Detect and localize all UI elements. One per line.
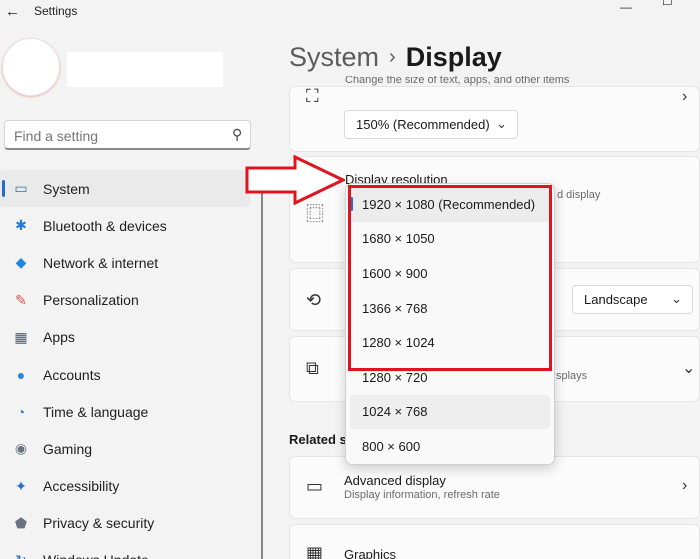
- window-title: Settings: [34, 4, 78, 18]
- advanced-display-description: Display information, refresh rate: [344, 489, 500, 501]
- scale-icon: ⛶: [306, 86, 319, 106]
- sidebar-item-personalization[interactable]: ✎ Personalization: [0, 282, 260, 319]
- resolution-option[interactable]: 1600 × 900: [350, 256, 550, 291]
- resolution-dropdown-list[interactable]: 1920 × 1080 (Recommended) 1680 × 1050 1600…: [345, 183, 555, 465]
- sidebar-item-label: Windows Update: [43, 552, 149, 559]
- sidebar-item-accounts[interactable]: ● Accounts: [0, 356, 260, 393]
- sidebar-item-privacy-security[interactable]: ⬟ Privacy & security: [0, 505, 260, 542]
- resolution-option[interactable]: 1280 × 720: [350, 360, 550, 395]
- sidebar-item-label: System: [43, 180, 90, 197]
- scale-chevron-icon[interactable]: ›: [682, 88, 687, 106]
- shield-icon: ⬟: [14, 514, 28, 531]
- avatar[interactable]: [2, 38, 60, 96]
- gamepad-icon: ◉: [14, 440, 28, 457]
- system-monitor-icon: ▭: [14, 180, 28, 197]
- search-icon[interactable]: ⚲: [232, 126, 242, 143]
- bluetooth-icon: ✱: [15, 217, 27, 234]
- sidebar-item-label: Network & internet: [43, 254, 159, 271]
- wifi-icon: ◆: [15, 254, 27, 271]
- sidebar-item-time-language[interactable]: ◔ Time & language: [0, 393, 260, 430]
- sidebar-item-apps[interactable]: ▦ Apps: [0, 319, 260, 356]
- scale-value: 150% (Recommended): [356, 117, 490, 132]
- person-icon: ●: [16, 366, 26, 383]
- back-arrow-icon[interactable]: ←: [5, 3, 20, 20]
- orientation-icon: ⟲: [306, 290, 322, 310]
- resolution-option[interactable]: 1366 × 768: [350, 291, 550, 326]
- breadcrumb: System › Display: [289, 42, 502, 73]
- sidebar-nav: ▭ System ✱ Bluetooth & devices ◆ Network & in…: [0, 170, 260, 559]
- chevron-down-icon[interactable]: ⌄: [682, 358, 695, 378]
- resolution-option[interactable]: 1280 × 1024: [350, 325, 550, 360]
- sidebar-item-bluetooth-devices[interactable]: ✱ Bluetooth & devices: [0, 207, 260, 244]
- red-arrow-annotation: [245, 155, 345, 205]
- graphics-title: Graphics: [344, 547, 397, 559]
- resolution-description: d display: [557, 189, 601, 201]
- title-bar: ← Settings — ☐: [0, 0, 700, 24]
- graphics-icon: ▦: [306, 543, 324, 559]
- resolution-option[interactable]: 800 × 600: [350, 429, 550, 464]
- breadcrumb-parent[interactable]: System: [289, 42, 379, 72]
- sidebar-item-label: Accessibility: [43, 478, 120, 495]
- resolution-option[interactable]: 1920 × 1080 (Recommended): [350, 187, 550, 222]
- sidebar-item-network-internet[interactable]: ◆ Network & internet: [0, 244, 260, 281]
- sidebar-item-label: Privacy & security: [43, 515, 155, 532]
- page-title: Display: [405, 42, 502, 72]
- sidebar-item-accessibility[interactable]: ✦ Accessibility: [0, 468, 260, 505]
- advanced-display-title: Advanced display: [344, 473, 446, 488]
- sidebar-item-label: Gaming: [43, 440, 93, 457]
- sidebar-item-label: Time & language: [43, 403, 149, 420]
- monitor-icon: ▭: [306, 476, 324, 496]
- minimize-icon[interactable]: —: [620, 0, 632, 14]
- orientation-value: Landscape: [584, 292, 648, 307]
- chevron-down-icon: ⌄: [671, 291, 682, 306]
- sidebar-item-system[interactable]: ▭ System: [0, 170, 250, 208]
- chevron-down-icon: ⌄: [496, 116, 507, 131]
- sidebar-item-gaming[interactable]: ◉ Gaming: [0, 430, 260, 467]
- scale-dropdown[interactable]: 150% (Recommended) ⌄: [344, 110, 518, 139]
- apps-icon: ▦: [14, 328, 28, 345]
- sidebar-scrollbar[interactable]: [261, 183, 263, 559]
- account-name-redacted: [67, 52, 223, 87]
- paintbrush-icon: ✎: [15, 291, 27, 308]
- accessibility-icon: ✦: [15, 477, 27, 494]
- update-icon: ↻: [12, 552, 30, 559]
- sidebar-item-label: Apps: [43, 329, 75, 346]
- search-input[interactable]: Find a setting: [14, 128, 98, 144]
- multiple-displays-icon: ⧉: [306, 358, 319, 378]
- orientation-dropdown[interactable]: Landscape ⌄: [572, 285, 693, 314]
- sidebar-item-label: Accounts: [43, 366, 101, 383]
- globe-clock-icon: ◔: [16, 403, 26, 420]
- search-box[interactable]: Find a setting ⚲: [4, 120, 251, 150]
- sidebar-item-label: Personalization: [43, 292, 139, 309]
- scale-description: Change the size of text, apps, and other…: [345, 76, 570, 86]
- multiple-displays-description: splays: [556, 370, 588, 382]
- resolution-option[interactable]: 1680 × 1050: [350, 222, 550, 257]
- resolution-option[interactable]: 1024 × 768: [350, 394, 550, 430]
- maximize-icon[interactable]: ☐: [662, 0, 673, 8]
- chevron-right-icon[interactable]: ›: [682, 477, 687, 495]
- breadcrumb-separator: ›: [389, 46, 396, 68]
- sidebar-item-windows-update[interactable]: ↻ Windows Update: [0, 542, 260, 559]
- sidebar-item-label: Bluetooth & devices: [43, 217, 167, 234]
